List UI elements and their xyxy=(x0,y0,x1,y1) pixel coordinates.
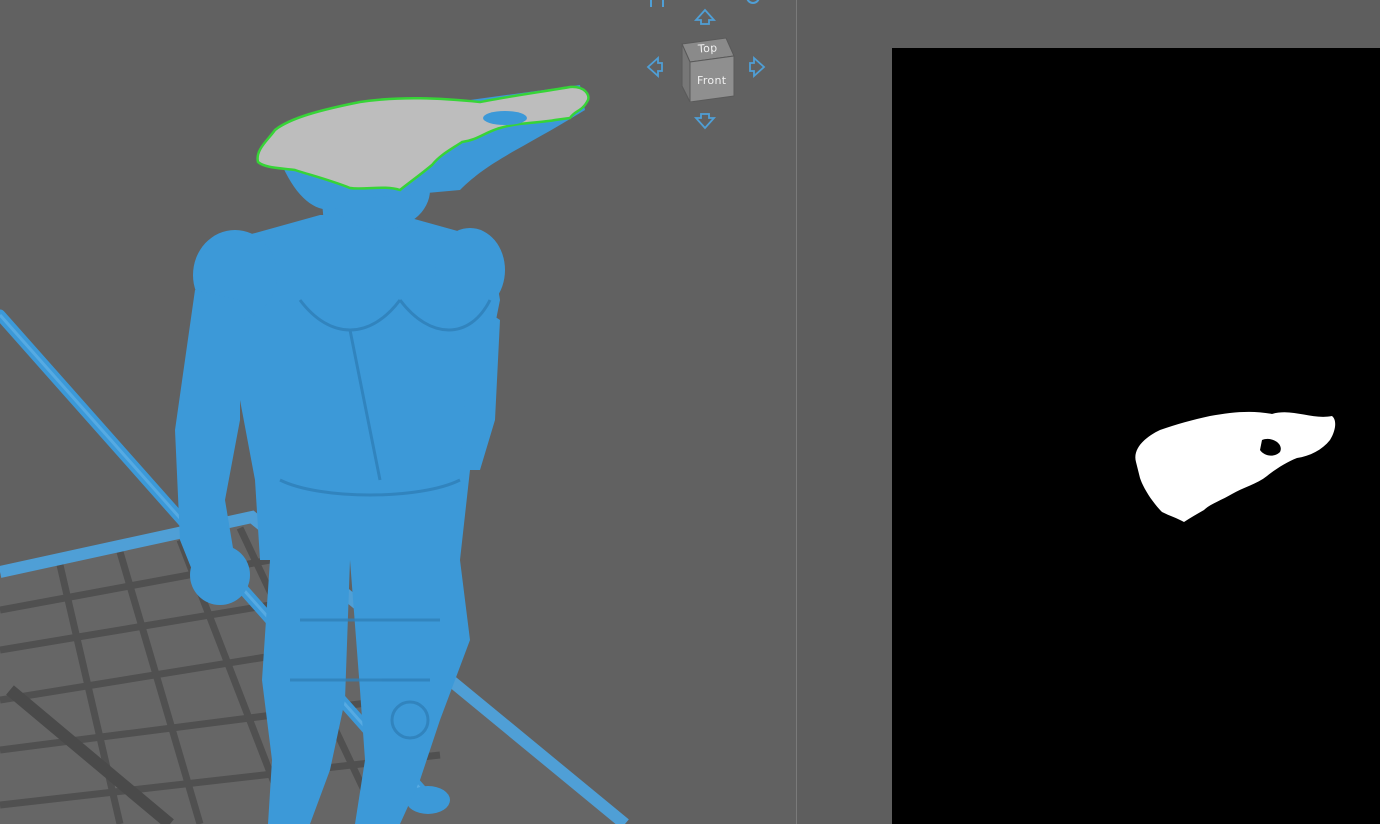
slice-preview-panel xyxy=(797,0,1380,824)
rotate-icon[interactable] xyxy=(744,0,762,6)
arrow-right-icon[interactable] xyxy=(744,54,770,80)
home-icon[interactable] xyxy=(648,0,666,7)
slice-island-shape xyxy=(1135,411,1336,522)
arrow-down-icon[interactable] xyxy=(692,108,718,134)
view-cube[interactable]: Top Front xyxy=(676,34,738,102)
view-navigation-cube[interactable]: Top Front xyxy=(640,0,770,135)
arrow-left-icon[interactable] xyxy=(642,54,668,80)
cube-top-label[interactable]: Top xyxy=(698,41,718,55)
slice-preview-image xyxy=(892,48,1380,824)
3d-viewport[interactable]: Top Front xyxy=(0,0,796,824)
arrow-up-icon[interactable] xyxy=(692,4,718,30)
cube-front-label[interactable]: Front xyxy=(697,74,726,87)
